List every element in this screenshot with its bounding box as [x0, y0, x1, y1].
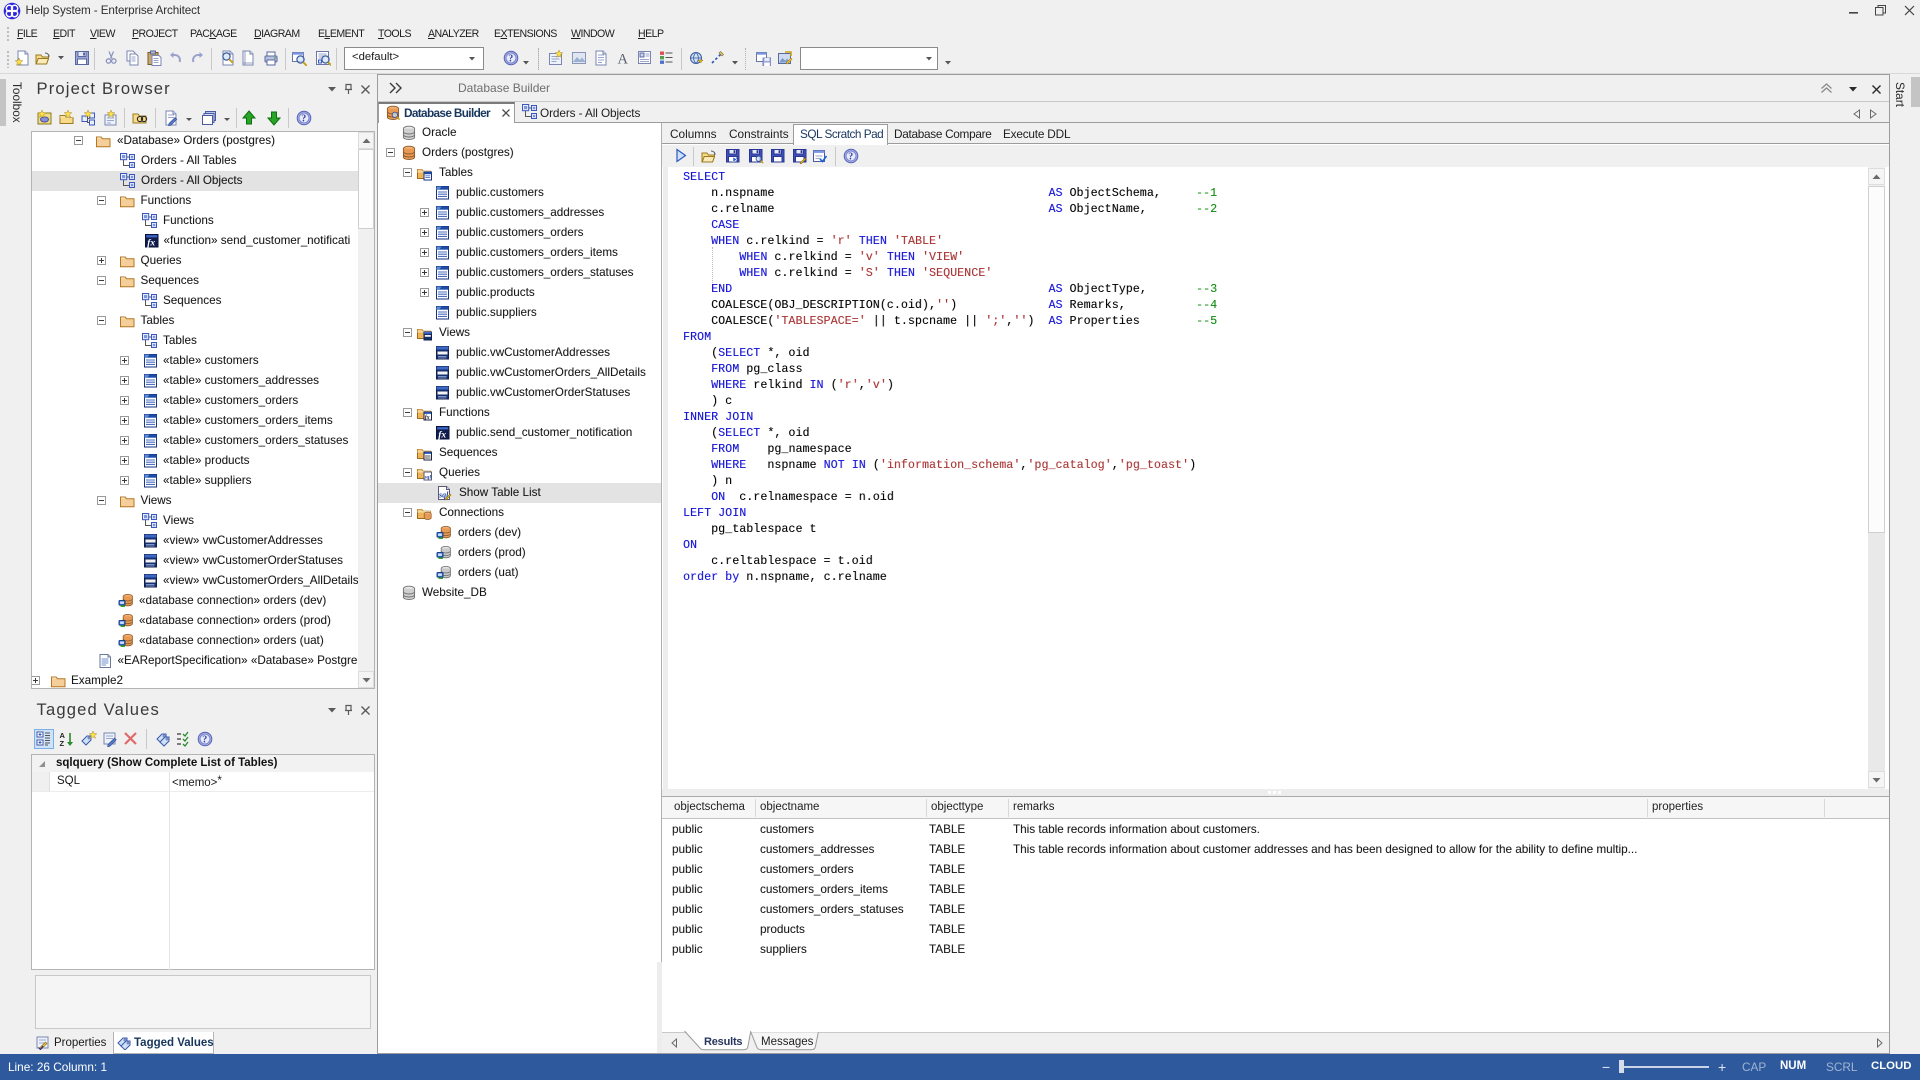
- svg-text:A: A: [618, 52, 629, 67]
- svg-text:?: ?: [848, 152, 853, 163]
- svg-text:sql: sql: [424, 475, 432, 481]
- svg-text:?: ?: [202, 735, 207, 746]
- svg-text:?: ?: [508, 54, 513, 65]
- svg-text:fx: fx: [438, 431, 446, 441]
- svg-text:?: ?: [301, 114, 306, 125]
- svg-text:fx: fx: [425, 415, 430, 421]
- svg-text:fx: fx: [147, 239, 155, 249]
- svg-text:Z: Z: [60, 739, 65, 747]
